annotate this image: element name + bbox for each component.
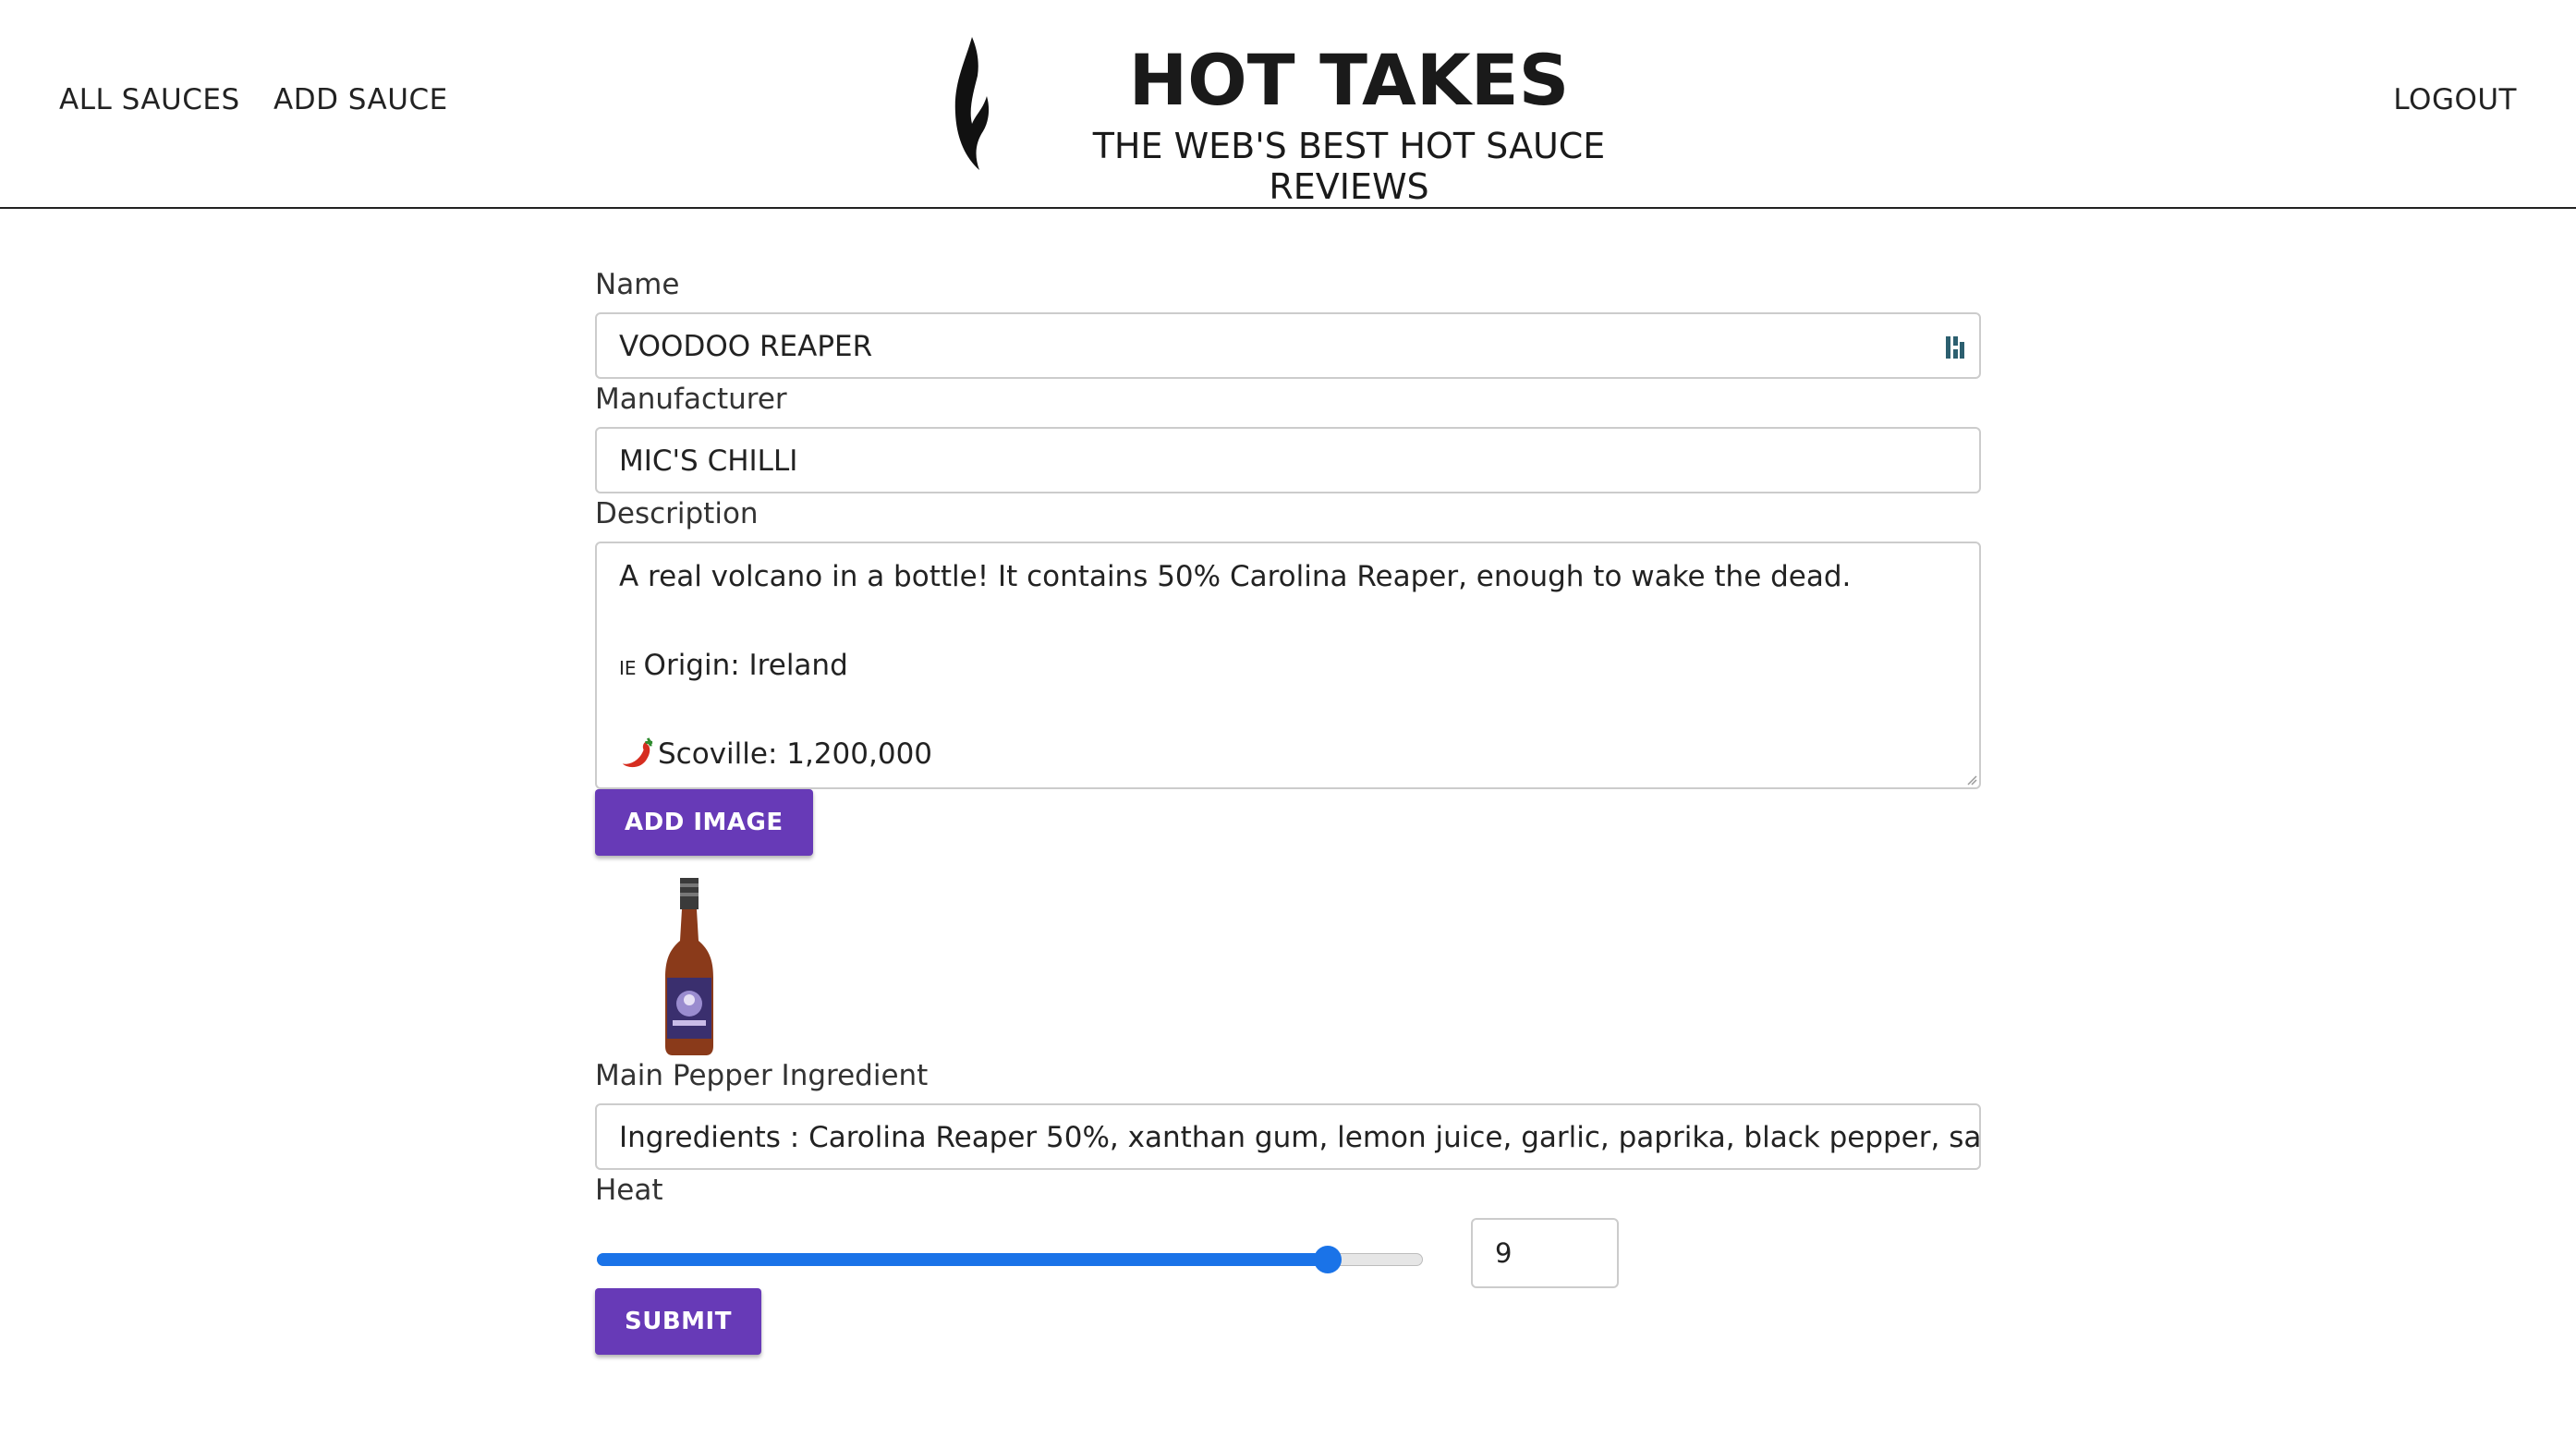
description-textarea[interactable]: A real volcano in a bottle! It contains … — [595, 542, 1981, 789]
site-title: HOT TAKES — [1128, 39, 1570, 121]
description-label: Description — [595, 497, 759, 530]
submit-button[interactable]: SUBMIT — [595, 1288, 761, 1355]
description-line-3: Scoville: 1,200,000 — [619, 732, 1957, 776]
name-label: Name — [595, 268, 680, 301]
heat-slider-fill — [597, 1253, 1331, 1266]
description-line-2: IE Origin: Ireland — [619, 649, 848, 682]
heat-slider-thumb[interactable] — [1314, 1246, 1343, 1273]
description-line-1: A real volcano in a bottle! It contains … — [619, 560, 1852, 593]
manufacturer-value: MIC'S CHILLI — [619, 444, 798, 478]
site-header: ALL SAUCES ADD SAUCE HOT TAKES THE WEB'S… — [0, 0, 2576, 209]
manufacturer-input[interactable]: MIC'S CHILLI — [595, 427, 1981, 493]
chili-pepper-icon — [622, 737, 653, 768]
heat-slider[interactable] — [595, 1240, 1427, 1277]
sauce-bottle-image — [665, 878, 713, 1055]
add-image-button[interactable]: ADD IMAGE — [595, 789, 813, 856]
nav-logout[interactable]: LOGOUT — [2393, 83, 2517, 116]
main-pepper-label: Main Pepper Ingredient — [595, 1059, 929, 1092]
main-pepper-input[interactable]: Ingredients : Carolina Reaper 50%, xanth… — [595, 1103, 1981, 1170]
manufacturer-label: Manufacturer — [595, 383, 787, 416]
heat-number-input[interactable]: 9 — [1471, 1218, 1619, 1288]
name-value: VOODOO REAPER — [619, 330, 873, 363]
ireland-flag-icon: IE — [619, 657, 637, 679]
site-subtitle: THE WEB'S BEST HOT SAUCE REVIEWS — [1092, 126, 1606, 207]
password-manager-icon[interactable] — [1944, 335, 1966, 360]
flame-icon — [954, 37, 990, 170]
nav-all-sauces[interactable]: ALL SAUCES — [59, 83, 240, 116]
nav-add-sauce[interactable]: ADD SAUCE — [273, 83, 448, 116]
main-pepper-value: Ingredients : Carolina Reaper 50%, xanth… — [619, 1121, 1981, 1154]
resize-handle-icon[interactable] — [1966, 774, 1977, 785]
name-input[interactable]: VOODOO REAPER — [595, 312, 1981, 379]
heat-label: Heat — [595, 1174, 663, 1207]
